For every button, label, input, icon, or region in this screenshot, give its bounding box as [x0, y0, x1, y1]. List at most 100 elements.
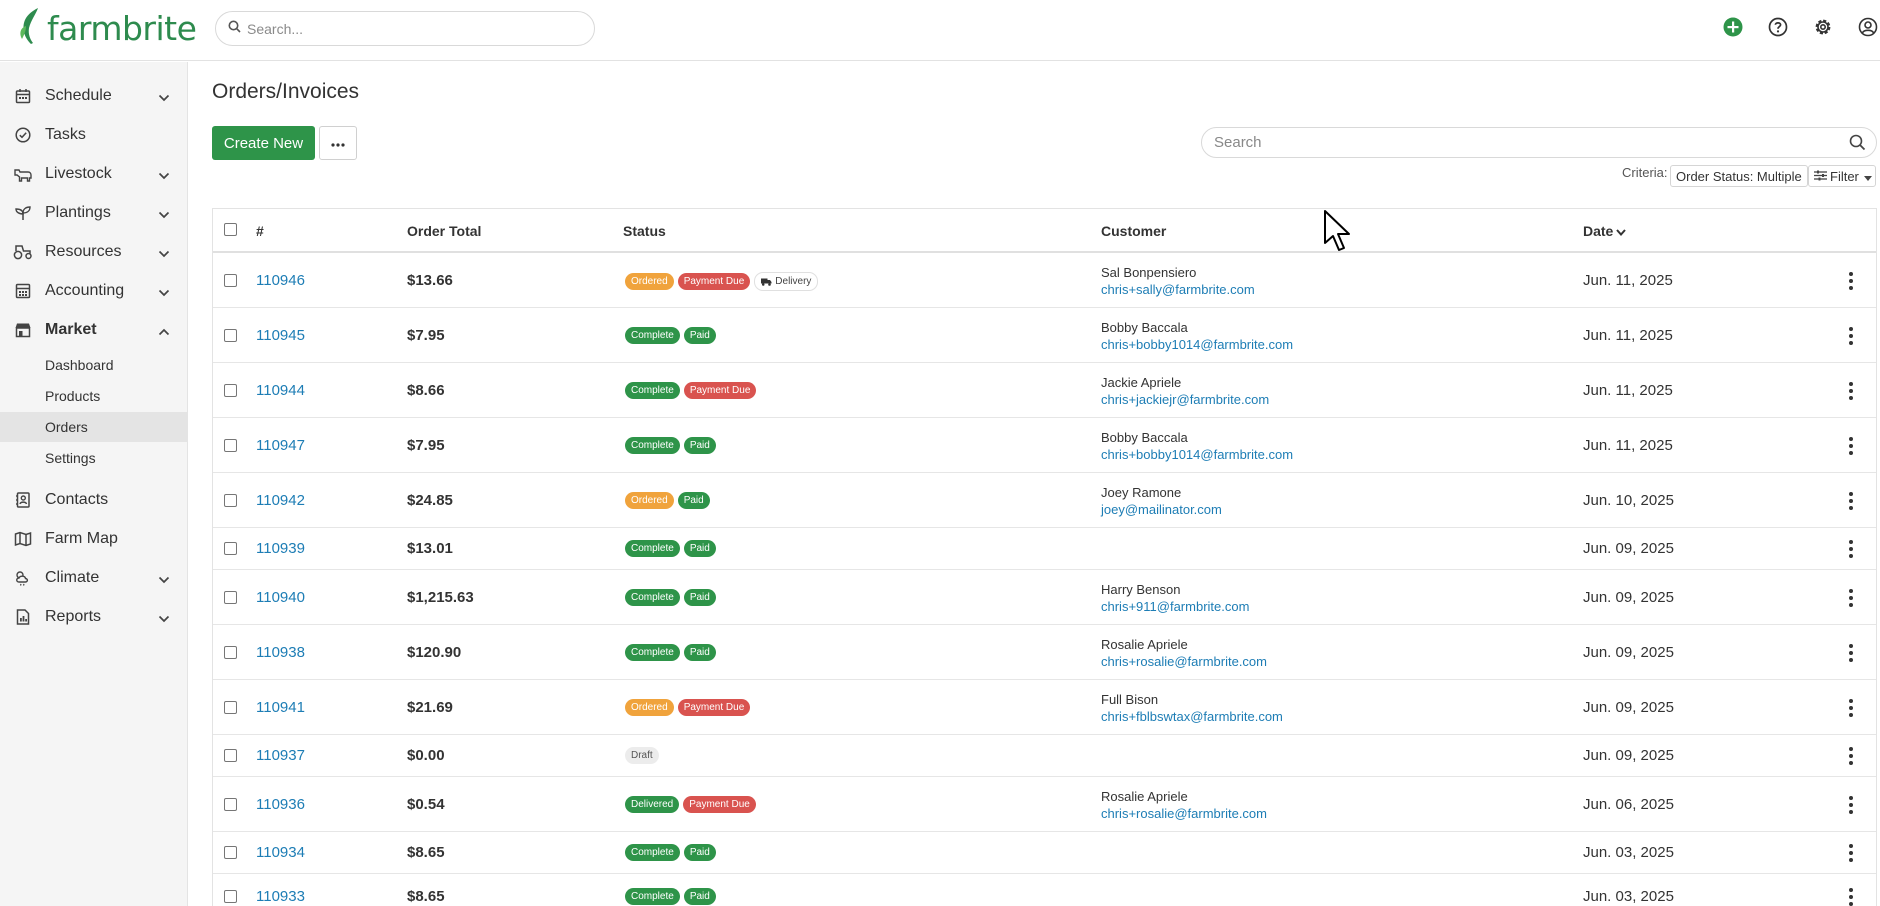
table-row[interactable]: 110940 $1,215.63 Complete Paid Harry Benson c…: [213, 570, 1876, 625]
sidebar-item-climate[interactable]: Climate: [0, 558, 188, 597]
row-actions-menu-icon[interactable]: [1845, 796, 1857, 814]
sidebar-subitem-products[interactable]: Products: [0, 381, 188, 411]
row-actions-menu-icon[interactable]: [1845, 589, 1857, 607]
order-date: Jun. 09, 2025: [1583, 699, 1674, 716]
sidebar-subitem-dashboard[interactable]: Dashboard: [0, 350, 188, 380]
row-actions-menu-icon[interactable]: [1845, 382, 1857, 400]
header-customer[interactable]: Customer: [1101, 223, 1166, 239]
user-circle-icon[interactable]: [1856, 15, 1880, 39]
row-actions-menu-icon[interactable]: [1845, 888, 1857, 906]
sidebar-item-tasks[interactable]: Tasks: [0, 115, 188, 154]
sidebar-item-contacts[interactable]: Contacts: [0, 480, 188, 519]
global-search[interactable]: [215, 11, 595, 46]
row-checkbox[interactable]: [224, 439, 237, 452]
customer-email-link[interactable]: chris+jackiejr@farmbrite.com: [1101, 391, 1269, 408]
row-actions-menu-icon[interactable]: [1845, 747, 1857, 765]
orders-search-input[interactable]: [1214, 134, 1824, 151]
customer-email-link[interactable]: chris+bobby1014@farmbrite.com: [1101, 336, 1293, 353]
row-checkbox[interactable]: [224, 494, 237, 507]
row-checkbox[interactable]: [224, 591, 237, 604]
filter-button[interactable]: Filter: [1808, 165, 1876, 187]
row-checkbox[interactable]: [224, 798, 237, 811]
row-actions-menu-icon[interactable]: [1845, 644, 1857, 662]
help-icon[interactable]: [1766, 15, 1790, 39]
customer-email-link[interactable]: chris+rosalie@farmbrite.com: [1101, 805, 1267, 822]
table-row[interactable]: 110944 $8.66 Complete Payment Due Jackie Apr…: [213, 363, 1876, 418]
customer-email-link[interactable]: joey@mailinator.com: [1101, 501, 1222, 518]
order-number-link[interactable]: 110940: [256, 589, 305, 606]
table-row[interactable]: 110936 $0.54 Delivered Payment Due Rosalie A…: [213, 777, 1876, 832]
row-actions-menu-icon[interactable]: [1845, 492, 1857, 510]
row-actions-menu-icon[interactable]: [1845, 844, 1857, 862]
sidebar-subitem-orders[interactable]: Orders: [0, 412, 188, 442]
order-number-link[interactable]: 110939: [256, 540, 305, 557]
sidebar-item-livestock[interactable]: Livestock: [0, 154, 188, 193]
sidebar-item-resources[interactable]: Resources: [0, 232, 188, 271]
header-order-total[interactable]: Order Total: [407, 223, 481, 239]
order-number-link[interactable]: 110933: [256, 888, 305, 905]
sidebar-item-farm-map[interactable]: Farm Map: [0, 519, 188, 558]
row-actions-menu-icon[interactable]: [1845, 437, 1857, 455]
table-row[interactable]: 110939 $13.01 Complete Paid Jun. 09, 2025: [213, 528, 1876, 570]
orders-search[interactable]: [1201, 127, 1877, 158]
add-circle-icon[interactable]: [1721, 15, 1745, 39]
row-checkbox[interactable]: [224, 846, 237, 859]
table-row[interactable]: 110942 $24.85 Ordered Paid Joey Ramone joey@m…: [213, 473, 1876, 528]
table-row[interactable]: 110946 $13.66 Ordered Payment Due Delivery Sa…: [213, 253, 1876, 308]
row-checkbox[interactable]: [224, 329, 237, 342]
order-number-link[interactable]: 110947: [256, 437, 305, 454]
order-total: $0.00: [407, 747, 445, 764]
table-row[interactable]: 110933 $8.65 Complete Paid Jun. 03, 2025: [213, 874, 1876, 906]
order-number-link[interactable]: 110937: [256, 747, 305, 764]
select-all-checkbox[interactable]: [224, 223, 237, 236]
customer-name: Bobby Baccala: [1101, 430, 1188, 445]
row-checkbox[interactable]: [224, 646, 237, 659]
search-icon[interactable]: [1849, 134, 1866, 156]
table-row[interactable]: 110934 $8.65 Complete Paid Jun. 03, 2025: [213, 832, 1876, 874]
create-new-button[interactable]: Create New: [212, 126, 315, 160]
customer-email-link[interactable]: chris+sally@farmbrite.com: [1101, 281, 1255, 298]
row-actions-menu-icon[interactable]: [1845, 327, 1857, 345]
header-status[interactable]: Status: [623, 223, 666, 239]
order-number-link[interactable]: 110945: [256, 327, 305, 344]
order-number-link[interactable]: 110934: [256, 844, 305, 861]
more-actions-button[interactable]: [319, 126, 357, 160]
farmbrite-logo[interactable]: farmbrite: [18, 6, 197, 51]
row-checkbox[interactable]: [224, 274, 237, 287]
customer-email-link[interactable]: chris+fblbswtax@farmbrite.com: [1101, 708, 1283, 725]
customer-email-link[interactable]: chris+bobby1014@farmbrite.com: [1101, 446, 1293, 463]
table-row[interactable]: 110937 $0.00 Draft Jun. 09, 2025: [213, 735, 1876, 777]
sidebar-subitem-settings[interactable]: Settings: [0, 443, 188, 473]
order-number-link[interactable]: 110936: [256, 796, 305, 813]
sidebar-item-reports[interactable]: Reports: [0, 597, 188, 636]
table-row[interactable]: 110938 $120.90 Complete Paid Rosalie Apriele…: [213, 625, 1876, 680]
table-row[interactable]: 110945 $7.95 Complete Paid Bobby Baccala chri…: [213, 308, 1876, 363]
order-number-link[interactable]: 110942: [256, 492, 305, 509]
customer-name: Sal Bonpensiero: [1101, 265, 1197, 280]
row-checkbox[interactable]: [224, 701, 237, 714]
table-row[interactable]: 110941 $21.69 Ordered Payment Due Full Bison…: [213, 680, 1876, 735]
row-checkbox[interactable]: [224, 384, 237, 397]
row-checkbox[interactable]: [224, 542, 237, 555]
customer-email-link[interactable]: chris+rosalie@farmbrite.com: [1101, 653, 1267, 670]
sidebar-item-accounting[interactable]: Accounting: [0, 271, 188, 310]
row-actions-menu-icon[interactable]: [1845, 540, 1857, 558]
sidebar-item-market[interactable]: Market: [0, 310, 188, 349]
gear-icon[interactable]: [1811, 15, 1835, 39]
sidebar-item-schedule[interactable]: Schedule: [0, 76, 188, 115]
row-actions-menu-icon[interactable]: [1845, 272, 1857, 290]
customer-email-link[interactable]: chris+911@farmbrite.com: [1101, 598, 1249, 615]
row-checkbox[interactable]: [224, 890, 237, 903]
order-number-link[interactable]: 110946: [256, 272, 305, 289]
sidebar-item-plantings[interactable]: Plantings: [0, 193, 188, 232]
order-number-link[interactable]: 110944: [256, 382, 305, 399]
order-number-link[interactable]: 110938: [256, 644, 305, 661]
global-search-input[interactable]: [247, 20, 567, 37]
order-number-link[interactable]: 110941: [256, 699, 305, 716]
row-checkbox[interactable]: [224, 749, 237, 762]
header-date[interactable]: Date: [1583, 223, 1627, 239]
table-row[interactable]: 110947 $7.95 Complete Paid Bobby Baccala chri…: [213, 418, 1876, 473]
row-actions-menu-icon[interactable]: [1845, 699, 1857, 717]
criteria-chip[interactable]: Order Status: Multiple: [1670, 165, 1808, 187]
status-badge-delivery: Delivery: [754, 272, 819, 291]
